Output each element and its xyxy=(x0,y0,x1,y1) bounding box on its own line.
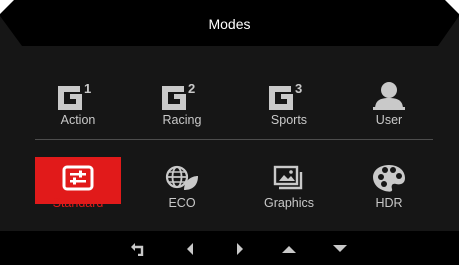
mode-sports[interactable]: 3 Sports xyxy=(246,80,332,130)
right-arrow-icon[interactable] xyxy=(230,240,250,258)
pictures-icon xyxy=(272,163,306,193)
mode-label: Action xyxy=(60,113,96,127)
row-divider xyxy=(35,139,433,140)
mode-eco[interactable]: ECO xyxy=(139,163,225,213)
svg-text:1: 1 xyxy=(84,81,91,96)
mode-action[interactable]: 1 Action xyxy=(35,80,121,130)
svg-text:2: 2 xyxy=(188,81,195,96)
mode-racing[interactable]: 2 Racing xyxy=(139,80,225,130)
palette-icon xyxy=(371,163,407,193)
sliders-icon xyxy=(62,163,94,193)
mode-hdr[interactable]: HDR xyxy=(346,163,432,213)
mode-label: HDR xyxy=(375,196,403,210)
osd-frame xyxy=(0,0,459,265)
back-icon[interactable] xyxy=(128,240,148,258)
navigation-bar xyxy=(0,231,459,265)
g2-icon: 2 xyxy=(158,80,206,110)
mode-label: Sports xyxy=(270,113,308,127)
mode-label: Graphics xyxy=(263,196,315,210)
mode-graphics[interactable]: Graphics xyxy=(246,163,332,213)
g1-icon: 1 xyxy=(54,80,102,110)
osd-title: Modes xyxy=(208,16,251,32)
mode-label: ECO xyxy=(168,196,196,210)
mode-label: Racing xyxy=(162,113,202,127)
mode-label: User xyxy=(375,113,403,127)
user-icon xyxy=(369,80,409,110)
svg-text:3: 3 xyxy=(295,81,302,96)
mode-label: Standard xyxy=(52,196,104,210)
left-arrow-icon[interactable] xyxy=(180,240,200,258)
eco-globe-icon xyxy=(164,163,200,193)
up-arrow-icon[interactable] xyxy=(279,240,299,258)
osd-menu: Modes 1 Action 2 Racing 3 Sports User St… xyxy=(0,0,459,265)
mode-user[interactable]: User xyxy=(346,80,432,130)
mode-standard[interactable]: Standard xyxy=(35,163,121,213)
g3-icon: 3 xyxy=(265,80,313,110)
down-arrow-icon[interactable] xyxy=(330,240,350,258)
